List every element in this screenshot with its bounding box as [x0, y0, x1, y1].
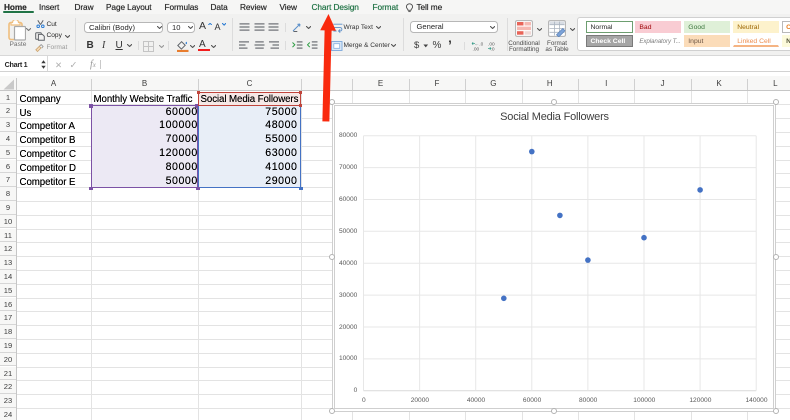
svg-text:.00: .00 — [472, 46, 479, 51]
